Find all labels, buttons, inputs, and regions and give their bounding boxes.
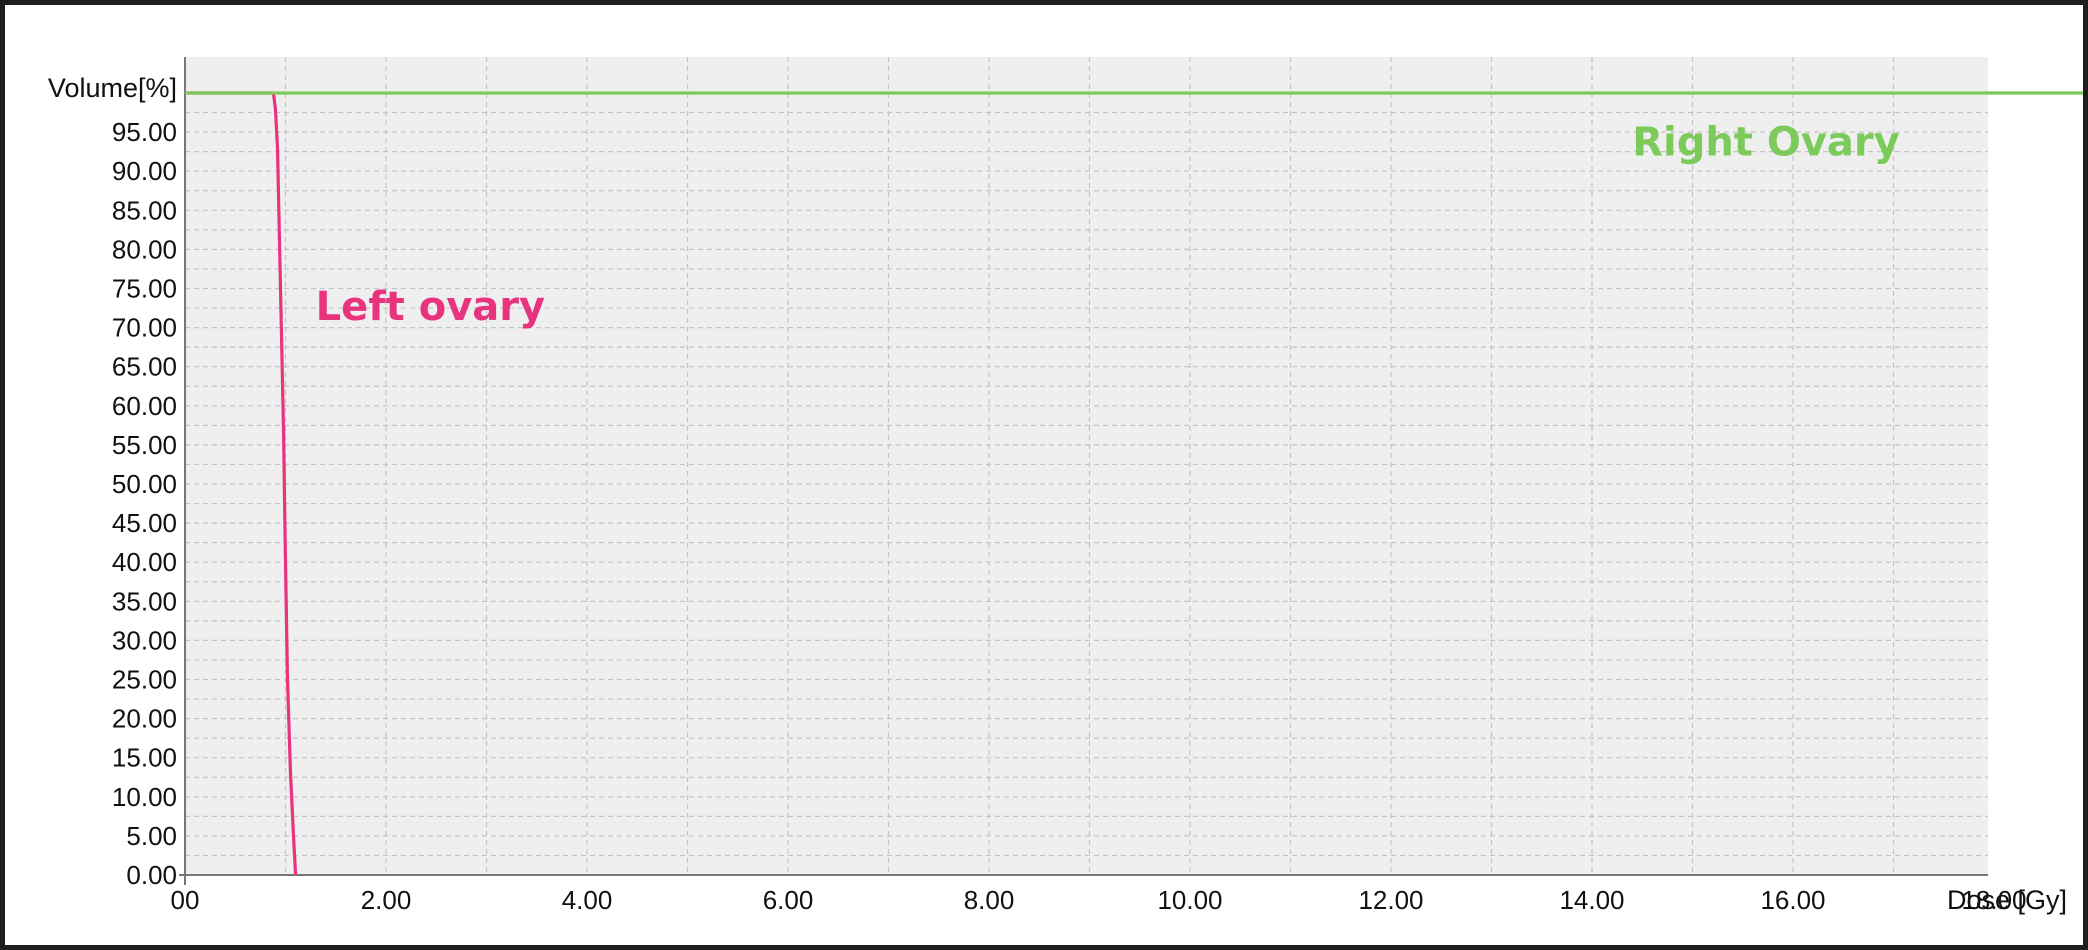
y-tick-label: 70.00 [112, 313, 177, 343]
x-tick-label: 8.00 [964, 885, 1015, 915]
y-tick-label: 75.00 [112, 274, 177, 304]
y-tick-label: 10.00 [112, 782, 177, 812]
series-label-left-ovary: Left ovary [316, 284, 545, 330]
y-tick-label: 40.00 [112, 547, 177, 577]
y-tick-label: 80.00 [112, 234, 177, 264]
y-tick-label: 25.00 [112, 665, 177, 695]
x-tick-label: 2.00 [361, 885, 412, 915]
y-tick-label: 0.00 [126, 860, 177, 890]
y-tick-label: 85.00 [112, 195, 177, 225]
x-tick-label: 12.00 [1358, 885, 1423, 915]
x-axis-title: Dose [Gy] [1947, 885, 2067, 915]
y-tick-label: 60.00 [112, 391, 177, 421]
y-tick-label: 30.00 [112, 625, 177, 655]
x-tick-label: 16.00 [1760, 885, 1825, 915]
chart-frame: 0.00 5.00 10.00 15.00 20.00 25.00 30.00 35.00 40… [5, 5, 2083, 945]
y-tick-label: 15.00 [112, 743, 177, 773]
x-tick-label: 14.00 [1559, 885, 1624, 915]
dvh-chart: 0.00 5.00 10.00 15.00 20.00 25.00 30.00 35.00 40… [48, 57, 2083, 915]
y-tick-label: 65.00 [112, 352, 177, 382]
series-label-right-ovary: Right Ovary [1632, 120, 1900, 166]
y-tick-label: 20.00 [112, 704, 177, 734]
y-axis-title: Volume[%] [48, 73, 177, 103]
y-tick-label: 45.00 [112, 508, 177, 538]
plot-area [185, 57, 1988, 875]
x-tick-label: 4.00 [562, 885, 613, 915]
y-tick-label: 55.00 [112, 430, 177, 460]
x-tick-label: 6.00 [763, 885, 814, 915]
x-tick-label: 00 [171, 885, 200, 915]
y-tick-label: 90.00 [112, 156, 177, 186]
y-tick-label: 50.00 [112, 469, 177, 499]
y-tick-label: 5.00 [126, 821, 177, 851]
y-tick-label: 35.00 [112, 586, 177, 616]
x-tick-label: 10.00 [1157, 885, 1222, 915]
y-tick-label: 95.00 [112, 117, 177, 147]
